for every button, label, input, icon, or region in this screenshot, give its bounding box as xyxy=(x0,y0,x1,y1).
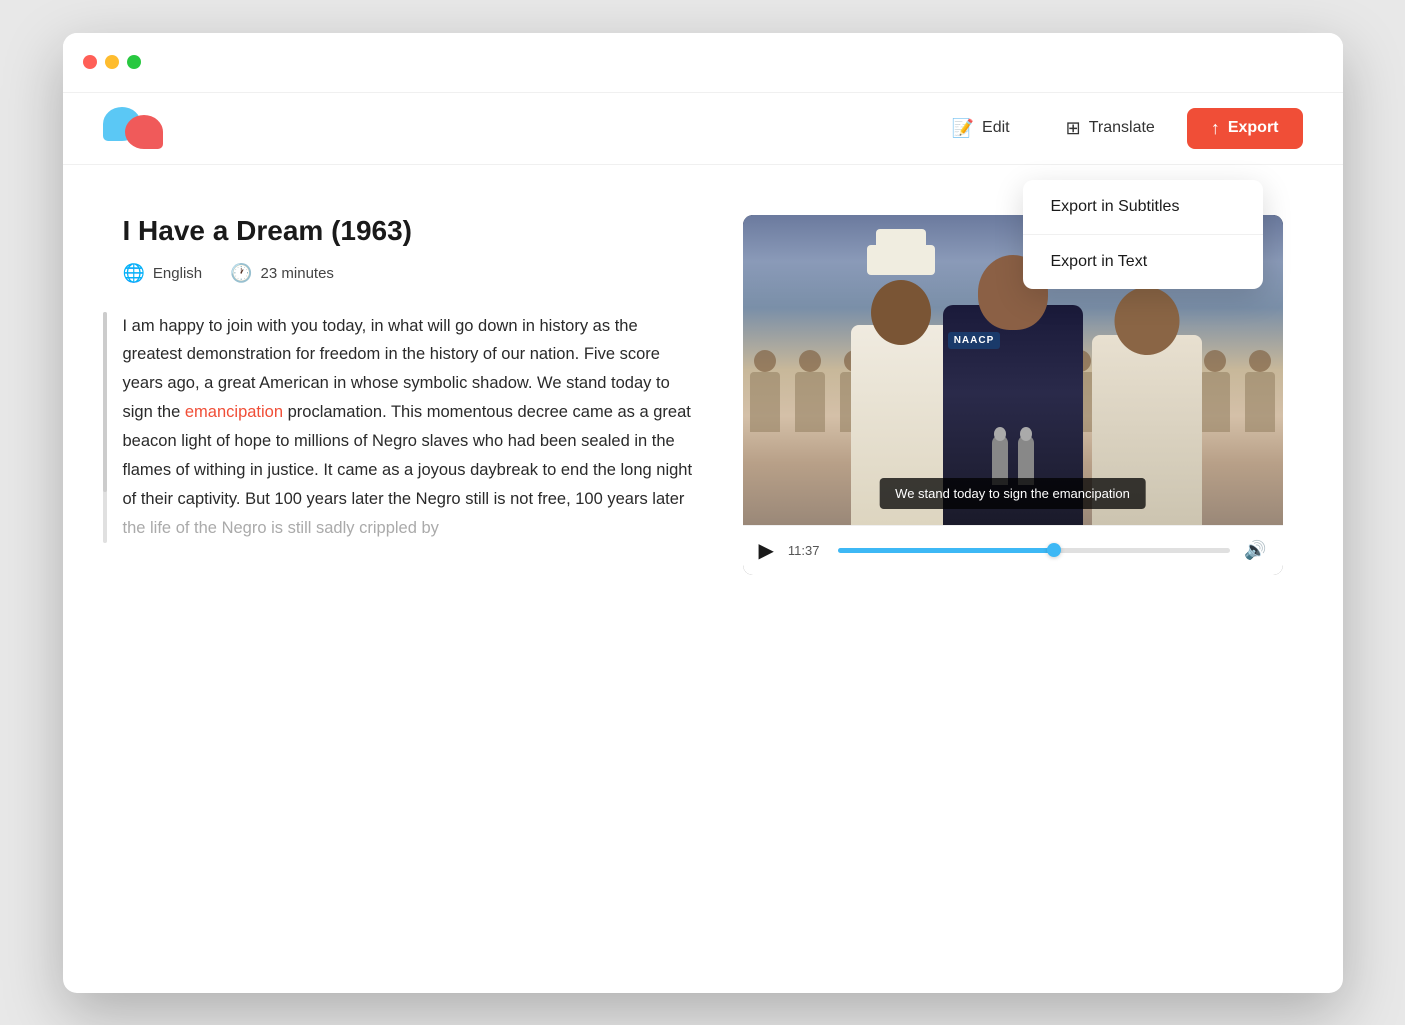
naacp-badge: NAACP xyxy=(948,332,1001,349)
export-dropdown: Export in Subtitles Export in Text xyxy=(1023,180,1263,289)
crowd-figure xyxy=(795,372,825,432)
volume-button[interactable]: 🔊 xyxy=(1244,540,1266,561)
progress-thumb[interactable] xyxy=(1047,543,1061,557)
export-label: Export xyxy=(1228,119,1279,137)
document-meta: 🌐 English 🕐 23 minutes xyxy=(123,263,695,284)
edit-label: Edit xyxy=(982,119,1010,137)
document-text: I am happy to join with you today, in wh… xyxy=(123,312,695,543)
traffic-lights xyxy=(83,55,141,69)
document-title: I Have a Dream (1963) xyxy=(123,215,695,247)
export-text-item[interactable]: Export in Text xyxy=(1023,235,1263,289)
language-label: English xyxy=(153,265,202,282)
scrollbar-track[interactable] xyxy=(103,312,107,543)
highlight-word: emancipation xyxy=(185,403,283,421)
video-controls: ▶ 11:37 🔊 xyxy=(743,525,1283,575)
minimize-button[interactable] xyxy=(105,55,119,69)
maximize-button[interactable] xyxy=(127,55,141,69)
current-time: 11:37 xyxy=(788,543,824,558)
crowd-figure xyxy=(1245,372,1275,432)
edit-icon: 📝 xyxy=(952,118,974,139)
language-meta: 🌐 English xyxy=(123,263,203,284)
header: 📝 Edit ⊞ Translate ↑ Export Export in Su… xyxy=(63,93,1343,165)
text-fade: the life of the Negro is still sadly cri… xyxy=(123,519,439,537)
app-window: 📝 Edit ⊞ Translate ↑ Export Export in Su… xyxy=(63,33,1343,993)
crowd-figure xyxy=(750,372,780,432)
logo-bubbles xyxy=(103,103,167,153)
duration-label: 23 minutes xyxy=(261,265,334,282)
left-panel: I Have a Dream (1963) 🌐 English 🕐 23 min… xyxy=(123,215,695,575)
translate-button[interactable]: ⊞ Translate xyxy=(1042,108,1179,149)
person-left-head xyxy=(871,280,931,345)
logo-bubble-red xyxy=(125,115,163,149)
logo xyxy=(103,103,167,153)
progress-fill xyxy=(838,548,1054,553)
edit-button[interactable]: 📝 Edit xyxy=(928,108,1034,149)
nav-buttons: 📝 Edit ⊞ Translate ↑ Export Export in Su… xyxy=(928,108,1303,149)
translate-label: Translate xyxy=(1089,119,1155,137)
globe-icon: 🌐 xyxy=(123,263,145,284)
close-button[interactable] xyxy=(83,55,97,69)
person-left-hat xyxy=(867,245,935,275)
crowd-figure xyxy=(1200,372,1230,432)
play-button[interactable]: ▶ xyxy=(759,538,774,563)
progress-bar[interactable] xyxy=(838,548,1230,553)
export-subtitles-item[interactable]: Export in Subtitles xyxy=(1023,180,1263,235)
clock-icon: 🕐 xyxy=(230,263,252,284)
export-icon: ↑ xyxy=(1211,118,1220,139)
scrollbar-thumb[interactable] xyxy=(103,312,107,492)
subtitle-overlay: We stand today to sign the emancipation xyxy=(879,478,1146,509)
export-button[interactable]: ↑ Export xyxy=(1187,108,1303,149)
duration-meta: 🕐 23 minutes xyxy=(230,263,334,284)
text-scroll-container: I am happy to join with you today, in wh… xyxy=(123,312,695,543)
person-right-head xyxy=(1114,287,1179,355)
translate-icon: ⊞ xyxy=(1066,118,1081,139)
titlebar xyxy=(63,33,1343,93)
